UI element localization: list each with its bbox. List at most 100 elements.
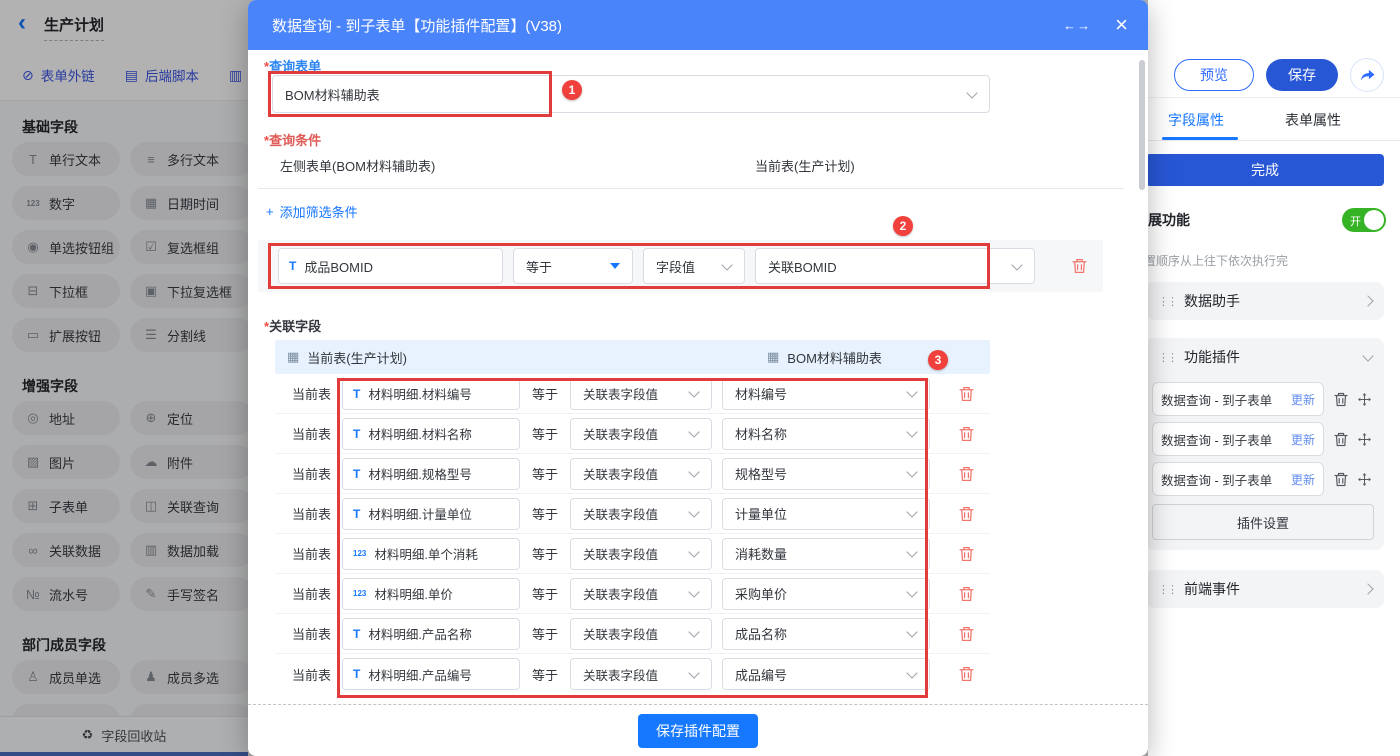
- delete-row-icon[interactable]: [959, 626, 974, 642]
- save-button[interactable]: 保存: [1266, 59, 1338, 91]
- delete-plugin-icon[interactable]: [1334, 432, 1348, 447]
- mapping-source-select[interactable]: 关联表字段值: [570, 658, 712, 690]
- plugin-row: 数据查询 - 到子表单 更新: [1152, 422, 1376, 456]
- chevron-down-icon: [906, 546, 918, 558]
- mapping-row: 当前表 123 材料明细.单个消耗 等于 关联表字段值 消耗数量: [275, 534, 990, 574]
- active-tab-underline: [1162, 137, 1238, 140]
- extended-function-toggle[interactable]: 开: [1342, 208, 1386, 232]
- operator-label: 等于: [532, 387, 559, 402]
- move-plugin-icon[interactable]: [1358, 392, 1371, 406]
- mapping-row: 当前表 T 材料明细.材料名称 等于 关联表字段值 材料名称: [275, 414, 990, 454]
- plugins-header[interactable]: ⋮⋮ 功能插件: [1146, 338, 1384, 376]
- operator-label: 等于: [532, 507, 559, 522]
- save-plugin-config-button[interactable]: 保存插件配置: [638, 713, 758, 748]
- modal-body: *查询表单 BOM材料辅助表 1 *查询条件 左侧表单(BOM材料辅助表) 当前…: [248, 50, 1148, 704]
- condition-field-value: 成品BOMID: [304, 259, 373, 275]
- chevron-down-icon: [906, 626, 918, 638]
- delete-row-icon[interactable]: [959, 666, 974, 682]
- mapping-target-select[interactable]: 成品编号: [722, 658, 930, 690]
- mapping-source-select[interactable]: 关联表字段值: [570, 457, 712, 490]
- tab-field-properties[interactable]: 字段属性: [1168, 110, 1224, 130]
- delete-row-icon[interactable]: [959, 386, 974, 402]
- condition-value-select[interactable]: 关联BOMID: [755, 248, 1035, 284]
- source-value: 关联表字段值: [583, 628, 659, 642]
- delete-row-icon[interactable]: [959, 586, 974, 602]
- mapping-target-select[interactable]: 材料名称: [722, 417, 930, 450]
- mapping-target-select[interactable]: 材料编号: [722, 377, 930, 410]
- condition-field-input[interactable]: T 成品BOMID: [278, 248, 503, 284]
- delete-row-icon[interactable]: [959, 506, 974, 522]
- data-helper-card: ⋮⋮ 数据助手: [1146, 282, 1384, 320]
- plugin-item[interactable]: 数据查询 - 到子表单 更新: [1152, 422, 1324, 456]
- text-field-icon: T: [353, 506, 361, 521]
- text-field-icon: T: [353, 466, 361, 481]
- mapping-field-input[interactable]: 123 材料明细.单价: [342, 577, 520, 610]
- mapping-source-select[interactable]: 关联表字段值: [570, 497, 712, 530]
- target-value: 成品名称: [735, 627, 788, 642]
- delete-plugin-icon[interactable]: [1334, 472, 1348, 487]
- move-plugin-icon[interactable]: [1358, 432, 1371, 446]
- mapping-source-select[interactable]: 关联表字段值: [570, 537, 712, 570]
- delete-condition-icon[interactable]: [1072, 258, 1087, 274]
- mapping-target-select[interactable]: 计量单位: [722, 497, 930, 530]
- mapping-target-select[interactable]: 规格型号: [722, 457, 930, 490]
- query-condition-label: *查询条件: [264, 133, 322, 148]
- expand-icon[interactable]: ←→: [1063, 18, 1091, 33]
- mapping-field-input[interactable]: T 材料明细.材料名称: [342, 417, 520, 450]
- target-value: 材料编号: [735, 387, 788, 402]
- condition-operator-select[interactable]: 等于: [513, 248, 633, 284]
- mapping-target-select[interactable]: 成品名称: [722, 617, 930, 650]
- chevron-down-icon: [906, 506, 918, 518]
- delete-row-icon[interactable]: [959, 546, 974, 562]
- mapping-field-input[interactable]: T 材料明细.产品编号: [342, 658, 520, 690]
- delete-plugin-icon[interactable]: [1334, 392, 1348, 407]
- source-value: 关联表字段值: [583, 588, 659, 602]
- preview-button[interactable]: 预览: [1174, 59, 1254, 91]
- mapping-source-select[interactable]: 关联表字段值: [570, 377, 712, 410]
- share-button[interactable]: [1350, 58, 1384, 92]
- mapping-source-select[interactable]: 关联表字段值: [570, 617, 712, 650]
- plugin-update-link[interactable]: 更新: [1291, 471, 1315, 488]
- data-helper-header[interactable]: ⋮⋮ 数据助手: [1146, 282, 1384, 320]
- mapping-field-input[interactable]: T 材料明细.材料编号: [342, 377, 520, 410]
- move-plugin-icon[interactable]: [1358, 472, 1371, 486]
- panel-actions: 预览 保存: [1174, 58, 1384, 92]
- delete-row-icon[interactable]: [959, 466, 974, 482]
- mapping-source-select[interactable]: 关联表字段值: [570, 577, 712, 610]
- chevron-down-icon: [688, 386, 700, 398]
- modal-scrollbar[interactable]: [1139, 60, 1145, 190]
- delete-row-icon[interactable]: [959, 426, 974, 442]
- source-value: 关联表字段值: [583, 388, 659, 402]
- mapping-target-select[interactable]: 消耗数量: [722, 537, 930, 570]
- drag-handle-icon[interactable]: ⋮⋮: [1158, 351, 1178, 364]
- mapping-field-input[interactable]: 123 材料明细.单个消耗: [342, 537, 520, 570]
- front-events-header[interactable]: ⋮⋮ 前端事件: [1146, 570, 1384, 608]
- chevron-down-icon: [688, 426, 700, 438]
- drag-handle-icon[interactable]: ⋮⋮: [1158, 295, 1178, 308]
- done-button[interactable]: 完成: [1146, 154, 1384, 186]
- query-form-select[interactable]: BOM材料辅助表: [272, 75, 990, 113]
- modal-footer: 保存插件配置: [248, 704, 1148, 756]
- tab-form-properties[interactable]: 表单属性: [1285, 110, 1341, 130]
- plugin-item[interactable]: 数据查询 - 到子表单 更新: [1152, 382, 1324, 416]
- mapping-field-input[interactable]: T 材料明细.产品名称: [342, 617, 520, 650]
- mapping-target-select[interactable]: 采购单价: [722, 577, 930, 610]
- current-form-header: 当前表(生产计划): [755, 159, 855, 174]
- card-title: 功能插件: [1184, 349, 1240, 365]
- plugin-item[interactable]: 数据查询 - 到子表单 更新: [1152, 462, 1324, 496]
- plugin-settings-button[interactable]: 插件设置: [1152, 504, 1374, 540]
- add-filter-condition-link[interactable]: + 添加筛选条件: [266, 202, 358, 221]
- plugin-update-link[interactable]: 更新: [1291, 431, 1315, 448]
- plugin-update-link[interactable]: 更新: [1291, 391, 1315, 408]
- mapping-field-input[interactable]: T 材料明细.计量单位: [342, 497, 520, 530]
- plugin-row: 数据查询 - 到子表单 更新: [1152, 462, 1376, 496]
- caret-down-icon: [610, 263, 620, 269]
- chevron-down-icon: [688, 466, 700, 478]
- close-icon[interactable]: ×: [1115, 14, 1128, 36]
- mapping-source-select[interactable]: 关联表字段值: [570, 417, 712, 450]
- operator-label: 等于: [532, 467, 559, 482]
- text-field-icon: T: [353, 386, 361, 401]
- drag-handle-icon[interactable]: ⋮⋮: [1158, 583, 1178, 596]
- condition-value-type-select[interactable]: 字段值: [643, 248, 745, 284]
- mapping-field-input[interactable]: T 材料明细.规格型号: [342, 457, 520, 490]
